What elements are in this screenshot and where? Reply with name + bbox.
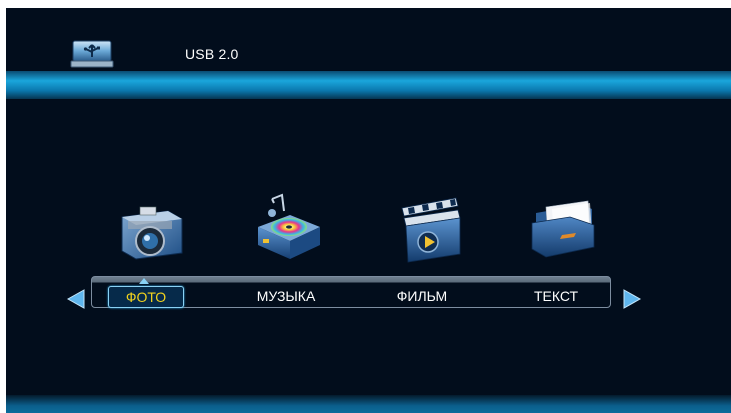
document-folder-icon[interactable]	[530, 199, 598, 259]
selection-caret-icon	[139, 278, 149, 284]
menu-item-movie[interactable]: ФИЛЬМ	[384, 286, 460, 306]
header-band	[6, 71, 731, 99]
clapperboard-icon[interactable]	[398, 196, 466, 264]
camera-icon[interactable]	[118, 201, 186, 261]
arrow-left-icon[interactable]	[66, 288, 88, 310]
menu-item-music[interactable]: МУЗЫКА	[248, 286, 324, 306]
header-title: USB 2.0	[185, 46, 239, 62]
footer-band	[6, 395, 731, 413]
arrow-right-icon[interactable]	[620, 288, 642, 310]
usb-drive-icon	[70, 40, 114, 68]
menu-item-text[interactable]: ТЕКСТ	[522, 286, 590, 306]
menu-item-photo[interactable]: ФОТО	[108, 286, 184, 308]
music-box-icon[interactable]	[254, 193, 324, 261]
media-player-screen: USB 2.0	[6, 8, 731, 413]
